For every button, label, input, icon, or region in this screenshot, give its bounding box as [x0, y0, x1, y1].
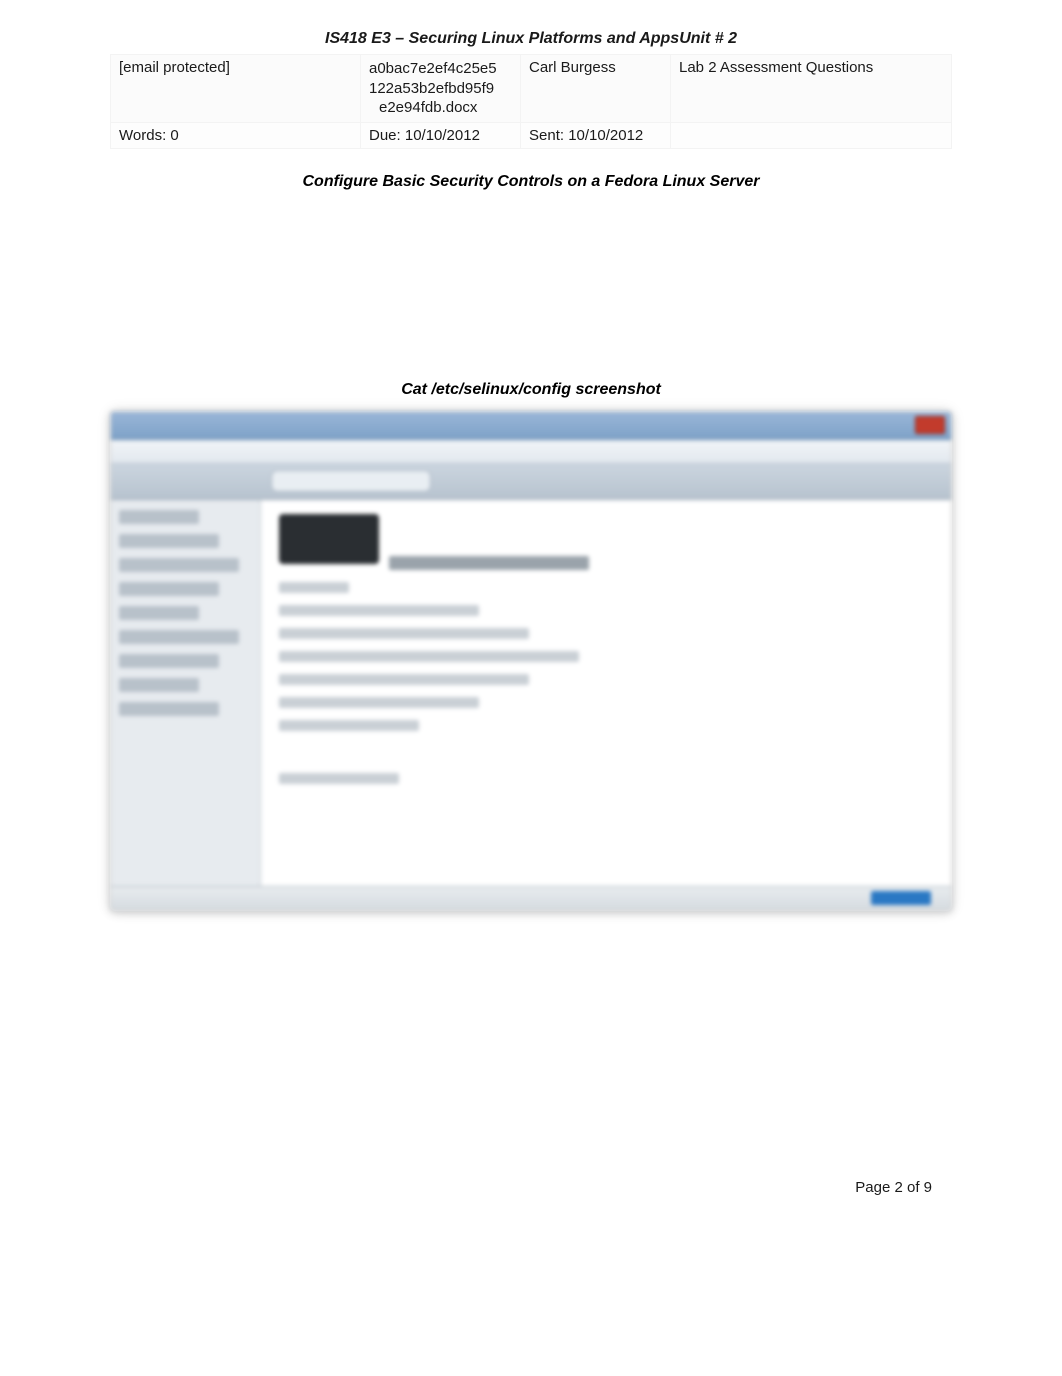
content-line: [279, 628, 529, 639]
filename-cell: a0bac7e2ef4c25e5 122a53b2efbd95f9 e2e94f…: [361, 55, 521, 123]
due-cell: Due: 10/10/2012: [361, 122, 521, 148]
tree-item: [119, 702, 219, 716]
page-title: IS418 E3 – Securing Linux Platforms and …: [110, 30, 952, 48]
table-row: [email protected] a0bac7e2ef4c25e5 122a5…: [111, 55, 952, 123]
tree-item: [119, 654, 219, 668]
blank-cell: [671, 122, 952, 148]
table-row: Words: 0 Due: 10/10/2012 Sent: 10/10/201…: [111, 122, 952, 148]
window-menu-bar: [111, 440, 951, 464]
content-line: [279, 674, 529, 685]
tree-item: [119, 558, 239, 572]
tree-item: [119, 678, 199, 692]
left-tree-panel: [111, 500, 261, 886]
document-subtitle: Configure Basic Security Controls on a F…: [110, 173, 952, 191]
tree-item: [119, 606, 199, 620]
content-line: [279, 697, 479, 708]
window-body: [111, 500, 951, 886]
content-line: [279, 720, 419, 731]
content-panel: [261, 500, 951, 886]
filename-line: e2e94fdb.docx: [369, 98, 512, 118]
toolbar-pill: [271, 470, 431, 492]
tree-item: [119, 534, 219, 548]
content-line: [389, 556, 589, 570]
content-line: [279, 651, 579, 662]
sent-cell: Sent: 10/10/2012: [521, 122, 671, 148]
tree-item: [119, 582, 219, 596]
terminal-icon: [279, 514, 379, 564]
tree-item: [119, 510, 199, 524]
content-line: [279, 582, 349, 593]
content-line: [279, 605, 479, 616]
filename-line: 122a53b2efbd95f9: [369, 79, 512, 99]
window-status-bar: [111, 886, 951, 910]
tree-item: [119, 630, 239, 644]
assignment-cell: Lab 2 Assessment Questions: [671, 55, 952, 123]
screenshot-caption: Cat /etc/selinux/config screenshot: [110, 381, 952, 399]
filename-line: a0bac7e2ef4c25e5: [369, 59, 512, 79]
words-cell: Words: 0: [111, 122, 361, 148]
document-info-table: [email protected] a0bac7e2ef4c25e5 122a5…: [110, 54, 952, 149]
email-cell: [email protected]: [111, 55, 361, 123]
window-toolbar: [111, 464, 951, 500]
content-line: [279, 773, 399, 784]
close-icon: [915, 416, 945, 434]
author-cell: Carl Burgess: [521, 55, 671, 123]
page-number: Page 2 of 9: [855, 1179, 932, 1196]
blurred-screenshot: [110, 411, 952, 911]
window-titlebar: [111, 412, 951, 440]
status-accent: [871, 891, 931, 905]
